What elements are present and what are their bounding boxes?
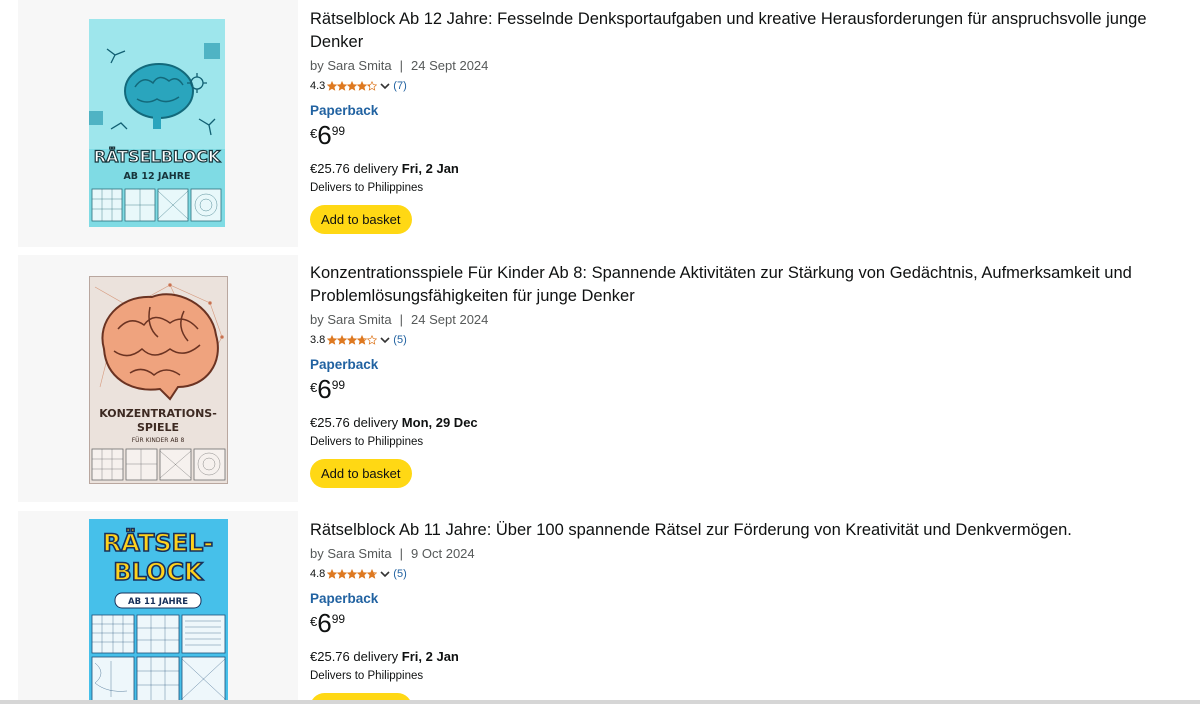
- byline-separator: |: [399, 546, 404, 561]
- price-currency: €: [310, 614, 318, 629]
- star-icon: [347, 569, 358, 579]
- product-title-link[interactable]: Rätselblock Ab 12 Jahre: Fesselnde Denks…: [310, 8, 1170, 54]
- review-count-link[interactable]: (5): [393, 334, 406, 346]
- delivery-date: Mon, 29 Dec: [401, 415, 478, 430]
- rating-row[interactable]: 4.3 (7): [310, 80, 1200, 92]
- book-cover-art: KONZENTRATIONS- SPIELE FÜR KINDER AB 8: [90, 277, 227, 483]
- format-link[interactable]: Paperback: [310, 591, 1200, 606]
- product-info: Rätselblock Ab 11 Jahre: Über 100 spanne…: [298, 511, 1200, 704]
- cover-title-line-1: KONZENTRATIONS-: [99, 407, 217, 420]
- delivery-info: €25.76 delivery Mon, 29 Dec: [310, 415, 1200, 430]
- star-icon: [337, 569, 348, 579]
- cover-subtitle: AB 11 JAHRE: [128, 597, 188, 607]
- review-count-link[interactable]: (5): [393, 568, 406, 580]
- publish-date: 24 Sept 2024: [411, 312, 489, 327]
- book-cover-art: RÄTSELBLOCK AB 12 JAHRE: [89, 19, 225, 227]
- price-whole: 6: [317, 120, 332, 150]
- add-to-basket-button[interactable]: Add to basket: [310, 205, 412, 234]
- book-cover-image[interactable]: KONZENTRATIONS- SPIELE FÜR KINDER AB 8: [89, 276, 228, 484]
- star-icon: [357, 81, 368, 91]
- publish-date: 9 Oct 2024: [411, 546, 475, 561]
- star-icon: [347, 81, 358, 91]
- format-link[interactable]: Paperback: [310, 357, 1200, 372]
- star-icon: [367, 335, 378, 345]
- ships-to: Delivers to Philippines: [310, 670, 424, 682]
- cover-subtitle: AB 12 JAHRE: [123, 171, 190, 182]
- add-to-basket-button[interactable]: Add to basket: [310, 459, 412, 488]
- price-fraction: 99: [331, 124, 346, 138]
- star-rating-icon[interactable]: [327, 569, 378, 579]
- star-icon: [357, 335, 368, 345]
- author-name[interactable]: by Sara Smita: [310, 312, 392, 327]
- delivery-info: €25.76 delivery Fri, 2 Jan: [310, 649, 1200, 664]
- delivery-date: Fri, 2 Jan: [401, 649, 459, 664]
- star-icon: [327, 335, 338, 345]
- chevron-down-icon[interactable]: [379, 335, 391, 345]
- star-icon: [327, 81, 338, 91]
- cover-title-line-2: SPIELE: [137, 421, 179, 434]
- star-icon: [327, 569, 338, 579]
- author-name[interactable]: by Sara Smita: [310, 546, 392, 561]
- format-link[interactable]: Paperback: [310, 103, 1200, 118]
- cover-subtitle: FÜR KINDER AB 8: [132, 437, 185, 444]
- price-currency: €: [310, 380, 318, 395]
- product-image-container[interactable]: RÄTSELBLOCK AB 12 JAHRE: [18, 0, 298, 247]
- price[interactable]: € 6 99: [310, 608, 1200, 638]
- byline: by Sara Smita | 24 Sept 2024: [310, 58, 1200, 73]
- star-icon: [347, 335, 358, 345]
- cover-title-line-1: RÄTSEL-: [103, 528, 214, 557]
- search-result: KONZENTRATIONS- SPIELE FÜR KINDER AB 8 K…: [18, 255, 1200, 502]
- chevron-down-icon[interactable]: [379, 569, 391, 579]
- byline: by Sara Smita | 9 Oct 2024: [310, 546, 1200, 561]
- ships-to: Delivers to Philippines: [310, 182, 424, 194]
- price[interactable]: € 6 99: [310, 120, 1200, 150]
- product-info: Rätselblock Ab 12 Jahre: Fesselnde Denks…: [298, 0, 1200, 247]
- star-icon: [367, 81, 378, 91]
- product-image-container[interactable]: RÄTSEL- BLOCK AB 11 JAHRE: [18, 511, 298, 704]
- product-title-link[interactable]: Rätselblock Ab 11 Jahre: Über 100 spanne…: [310, 519, 1170, 542]
- price-fraction: 99: [331, 612, 346, 626]
- rating-row[interactable]: 3.8 (5): [310, 334, 1200, 346]
- price-whole: 6: [317, 374, 332, 404]
- rating-value: 3.8: [310, 334, 326, 346]
- delivery-price: €25.76 delivery: [310, 161, 399, 176]
- star-icon: [337, 81, 348, 91]
- delivery-price: €25.76 delivery: [310, 649, 399, 664]
- delivery-info: €25.76 delivery Fri, 2 Jan: [310, 161, 1200, 176]
- author-name[interactable]: by Sara Smita: [310, 58, 392, 73]
- star-rating-icon[interactable]: [327, 81, 378, 91]
- ships-to: Delivers to Philippines: [310, 436, 424, 448]
- byline: by Sara Smita | 24 Sept 2024: [310, 312, 1200, 327]
- byline-separator: |: [399, 58, 404, 73]
- rating-value: 4.8: [310, 568, 326, 580]
- price-fraction: 99: [331, 378, 346, 392]
- star-icon: [357, 569, 368, 579]
- product-info: Konzentrationsspiele Für Kinder Ab 8: Sp…: [298, 255, 1200, 502]
- price[interactable]: € 6 99: [310, 374, 1200, 404]
- search-result: RÄTSEL- BLOCK AB 11 JAHRE Rätselblock Ab…: [18, 511, 1200, 704]
- rating-row[interactable]: 4.8 (5): [310, 568, 1200, 580]
- cover-title: RÄTSELBLOCK: [94, 147, 221, 166]
- delivery-price: €25.76 delivery: [310, 415, 399, 430]
- price-whole: 6: [317, 608, 332, 638]
- book-cover-image[interactable]: RÄTSEL- BLOCK AB 11 JAHRE: [89, 519, 228, 704]
- horizontal-scrollbar[interactable]: [0, 700, 1200, 704]
- delivery-date: Fri, 2 Jan: [401, 161, 459, 176]
- byline-separator: |: [399, 312, 404, 327]
- publish-date: 24 Sept 2024: [411, 58, 489, 73]
- price-currency: €: [310, 126, 318, 141]
- product-image-container[interactable]: KONZENTRATIONS- SPIELE FÜR KINDER AB 8: [18, 255, 298, 502]
- cover-title-line-2: BLOCK: [113, 558, 204, 586]
- product-title-link[interactable]: Konzentrationsspiele Für Kinder Ab 8: Sp…: [310, 262, 1170, 308]
- book-cover-art: RÄTSEL- BLOCK AB 11 JAHRE: [89, 519, 228, 704]
- star-rating-icon[interactable]: [327, 335, 378, 345]
- rating-value: 4.3: [310, 80, 326, 92]
- chevron-down-icon[interactable]: [379, 81, 391, 91]
- search-result: RÄTSELBLOCK AB 12 JAHRE Rätselblock Ab 1…: [18, 0, 1200, 247]
- book-cover-image[interactable]: RÄTSELBLOCK AB 12 JAHRE: [89, 19, 225, 227]
- star-icon: [337, 335, 348, 345]
- review-count-link[interactable]: (7): [393, 80, 406, 92]
- star-icon: [367, 569, 378, 579]
